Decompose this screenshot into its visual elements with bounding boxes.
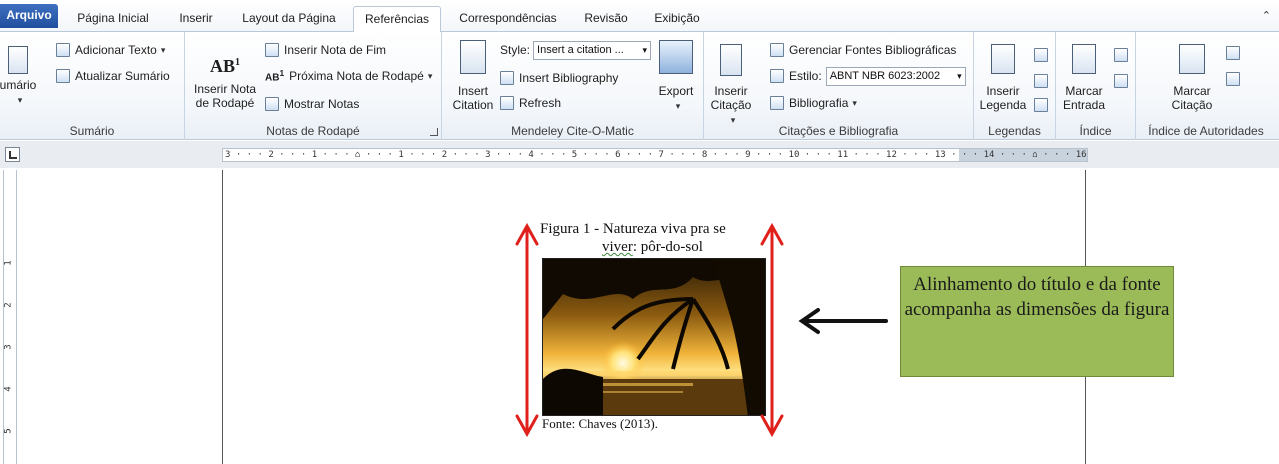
inserir-nota-de-rodape-button[interactable]: AB1 Inserir Nota de Rodapé [189,46,261,110]
group-notas-de-rodape: AB1 Inserir Nota de Rodapé Inserir Nota … [185,32,442,140]
sumario-button[interactable]: umário ▾ [0,46,38,107]
proxima-nota-button[interactable]: AB1 Próxima Nota de Rodapé ▾ [265,66,432,86]
chevron-down-icon: ▾ [160,45,166,55]
inserir-legenda-button[interactable]: Inserir Legenda [978,44,1028,112]
mark-entry-icon [1072,44,1096,74]
mostrar-notas-button[interactable]: Mostrar Notas [265,94,359,114]
style-icon [770,69,784,83]
marcar-entrada-button[interactable]: Marcar Entrada [1058,44,1110,112]
mark-citation-icon [1179,44,1205,74]
group-citacoes: Inserir Citação ▾ Gerenciar Fontes Bibli… [704,32,974,140]
group-sumario: umário ▾ Adicionar Texto ▾ Atualizar Sum… [0,32,185,140]
bibliography-icon [770,96,784,110]
next-footnote-icon: AB1 [265,68,285,84]
figure-source[interactable]: Fonte: Chaves (2013). [542,416,658,432]
group-mendeley: Insert Citation Style: Insert a citation… [442,32,704,140]
ruler-area: 3 · · · 2 · · · 1 · · · ⌂ · · · 1 · · · … [0,141,1279,168]
figure-title[interactable]: Figura 1 - Natureza viva pra se viver: p… [540,220,772,256]
show-notes-icon [265,97,279,111]
tab-layout-da-pagina[interactable]: Layout da Página [233,6,345,32]
insert-bibliography-button[interactable]: Insert Bibliography [500,68,618,88]
insert-caption-icon [991,44,1015,74]
horizontal-ruler[interactable]: 3 · · · 2 · · · 1 · · · ⌂ · · · 1 · · · … [222,148,1088,162]
minimize-ribbon-icon[interactable]: ⌃ [1262,9,1271,22]
update-authorities-icon[interactable] [1226,72,1240,86]
group-label-autoridades: Índice de Autoridades [1148,124,1264,138]
tab-referencias[interactable]: Referências [353,6,441,33]
gerenciar-fontes-button[interactable]: Gerenciar Fontes Bibliográficas [770,40,956,60]
update-index-icon[interactable] [1114,74,1128,88]
tab-selector-icon[interactable] [5,147,20,162]
export-button[interactable]: Export ▾ [652,40,700,113]
tab-exibicao[interactable]: Exibição [646,6,708,32]
cross-reference-icon[interactable] [1034,98,1048,112]
group-indice: Marcar Entrada Índice [1056,32,1136,140]
group-label-legendas: Legendas [988,124,1041,138]
citation-style-select[interactable]: Insert a citation ... ▾ [533,40,652,60]
toc-icon [8,46,28,74]
tab-revisao[interactable]: Revisão [577,6,635,32]
endnote-icon [265,43,279,57]
tab-inserir[interactable]: Inserir [170,6,222,32]
inserir-nota-de-fim-button[interactable]: Inserir Nota de Fim [265,40,386,60]
estilo-select[interactable]: ABNT NBR 6023:2002 ▾ [825,66,966,86]
group-label-indice: Índice [1079,124,1112,138]
add-text-icon [56,43,70,57]
chevron-down-icon: ▾ [675,101,681,111]
book-icon [500,71,514,85]
group-indice-autoridades: Marcar Citação Índice de Autoridades [1136,32,1276,140]
update-table-icon [56,69,70,83]
tab-arquivo[interactable]: Arquivo [0,4,58,28]
mendeley-style-row: Style: Insert a citation ... ▾ [500,40,652,60]
chevron-down-icon: ▾ [427,71,433,81]
refresh-icon [500,96,514,110]
tab-correspondencias[interactable]: Correspondências [450,6,566,32]
insert-table-of-figures-icon[interactable] [1034,48,1048,62]
footnote-icon: AB1 [209,56,240,76]
inserir-citacao-button[interactable]: Inserir Citação ▾ [706,44,756,127]
insert-citation-icon [460,40,486,74]
group-legendas: Inserir Legenda Legendas [974,32,1056,140]
insert-citation-doc-icon [720,44,742,76]
dialog-launcher-icon[interactable] [430,128,438,136]
atualizar-sumario-button[interactable]: Atualizar Sumário [56,66,170,86]
callout-box: Alinhamento do título e da fonte acompan… [900,266,1174,377]
adicionar-texto-button[interactable]: Adicionar Texto ▾ [56,40,165,60]
group-label-sumario: Sumário [69,124,115,138]
refresh-button[interactable]: Refresh [500,93,561,113]
ribbon: umário ▾ Adicionar Texto ▾ Atualizar Sum… [0,32,1279,140]
vertical-ruler[interactable]: 1 2 3 4 5 [3,170,17,464]
sunset-photo[interactable] [542,258,766,416]
marcar-citacao-button[interactable]: Marcar Citação [1164,44,1220,112]
manage-sources-icon [770,43,784,57]
chevron-down-icon: ▾ [852,98,857,108]
insert-index-icon[interactable] [1114,48,1128,62]
group-label-citacoes: Citações e Bibliografia [778,124,899,138]
chevron-down-icon: ▾ [17,95,23,105]
tab-pagina-inicial[interactable]: Página Inicial [67,6,159,32]
export-icon [659,40,693,74]
group-label-mendeley: Mendeley Cite-O-Matic [511,124,634,138]
insert-authorities-icon[interactable] [1226,46,1240,60]
update-table-icon[interactable] [1034,74,1048,88]
bibliografia-button[interactable]: Bibliografia ▾ [770,93,857,113]
ribbon-tab-bar: Arquivo Página Inicial Inserir Layout da… [0,0,1279,33]
insert-citation-button[interactable]: Insert Citation [448,40,498,112]
group-label-notas: Notas de Rodapé [266,124,360,138]
estilo-row: Estilo: ABNT NBR 6023:2002 ▾ [770,66,966,86]
